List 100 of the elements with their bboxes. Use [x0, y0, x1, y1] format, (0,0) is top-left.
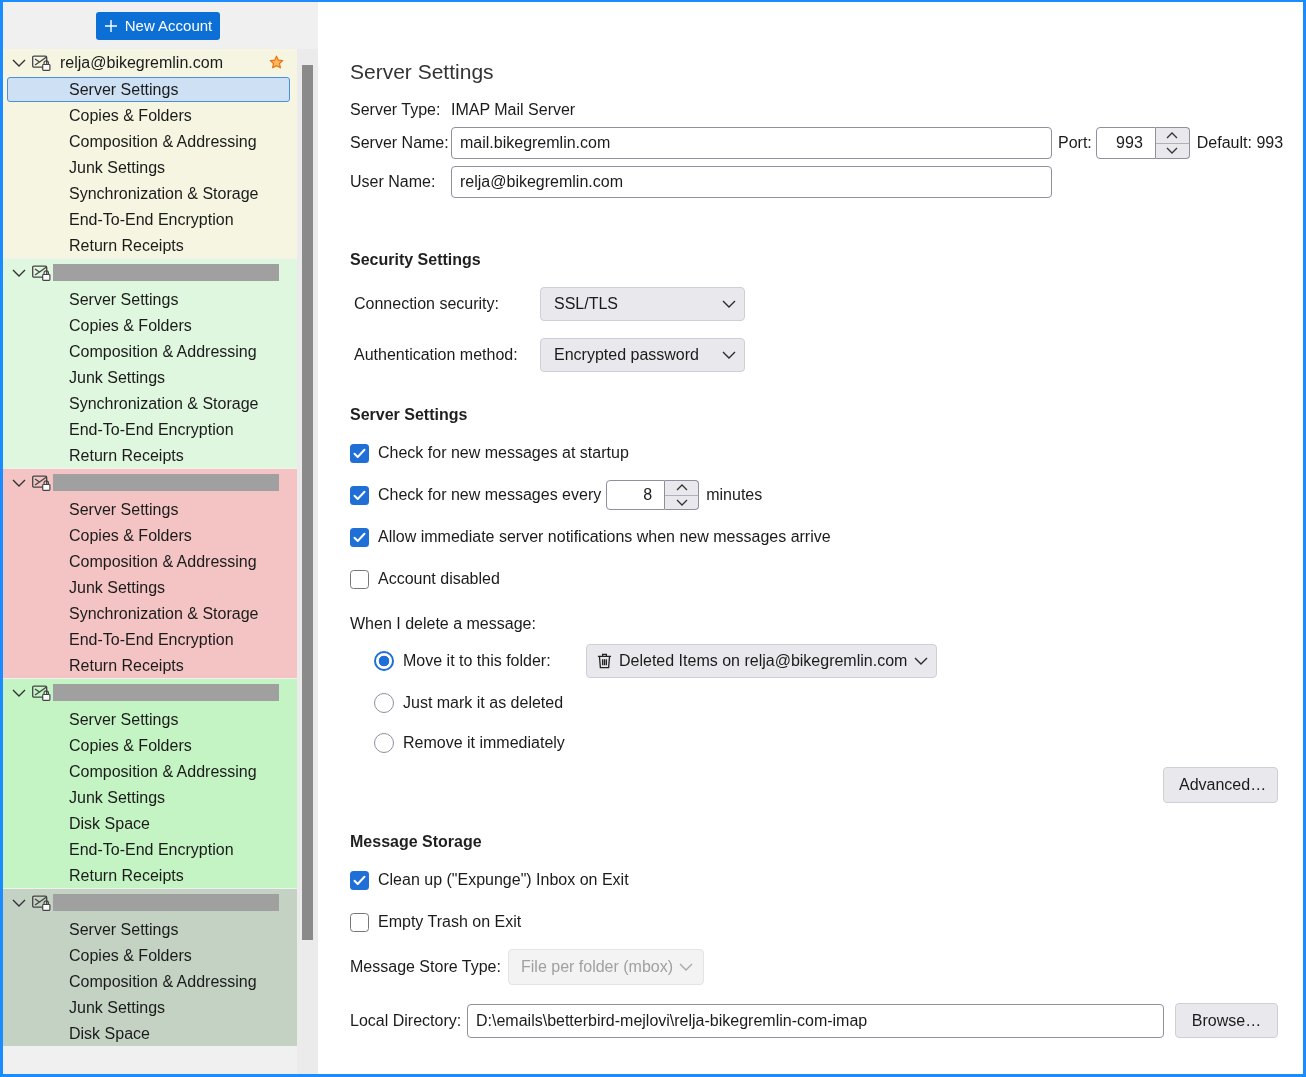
sidebar-item[interactable]: Return Receipts — [7, 653, 290, 678]
chevron-down-icon[interactable] — [12, 268, 26, 277]
plus-icon — [104, 19, 117, 32]
sidebar-item[interactable]: Return Receipts — [7, 863, 290, 888]
sidebar-item[interactable]: End-To-End Encryption — [7, 837, 290, 862]
setting-label: Connection security: — [354, 294, 499, 314]
browse-button[interactable]: Browse… — [1175, 1003, 1278, 1038]
chevron-down-icon[interactable] — [12, 478, 26, 487]
checkbox-label: Clean up ("Expunge") Inbox on Exit — [378, 870, 629, 890]
user-name-label: User Name: — [350, 172, 436, 192]
section-heading: Server Settings — [350, 405, 468, 425]
sidebar-item[interactable]: Copies & Folders — [7, 313, 290, 338]
sidebar-item[interactable]: Disk Space — [7, 811, 290, 836]
sidebar-item[interactable]: Composition & Addressing — [7, 969, 290, 994]
radio-button[interactable] — [374, 733, 394, 753]
checkbox[interactable] — [350, 443, 369, 463]
radio-label: Move it to this folder: — [403, 651, 551, 671]
sidebar-item[interactable]: Composition & Addressing — [7, 549, 290, 574]
sidebar-item[interactable]: Junk Settings — [7, 995, 290, 1020]
sidebar-item[interactable]: Server Settings — [7, 707, 290, 732]
sidebar-item[interactable]: Synchronization & Storage — [7, 601, 290, 626]
checkbox-label: Check for new messages every — [378, 485, 602, 505]
sidebar-item[interactable]: Server Settings — [7, 497, 290, 522]
sidebar-item[interactable]: Server Settings — [7, 77, 290, 102]
section-heading: Security Settings — [350, 250, 481, 270]
port-label: Port: — [1058, 133, 1092, 153]
account-name[interactable]: relja@bikegremlin.com — [60, 52, 223, 73]
chevron-down-icon — [679, 963, 694, 971]
sidebar-item[interactable]: Junk Settings — [7, 785, 290, 810]
store-type-label: Message Store Type: — [350, 957, 501, 977]
sidebar-item[interactable]: Copies & Folders — [7, 523, 290, 548]
radio-button[interactable] — [374, 693, 394, 713]
server-name-label: Server Name: — [350, 133, 449, 153]
sidebar-item[interactable]: Synchronization & Storage — [7, 181, 290, 206]
sidebar-item[interactable]: Composition & Addressing — [7, 129, 290, 154]
sidebar-item[interactable]: Junk Settings — [7, 365, 290, 390]
sidebar-item[interactable]: Copies & Folders — [7, 733, 290, 758]
checkbox-label: Empty Trash on Exit — [378, 912, 522, 932]
chevron-down-icon[interactable] — [12, 898, 26, 907]
caret-up-icon — [675, 484, 688, 492]
sidebar-item[interactable]: Server Settings — [7, 917, 290, 942]
envelope-lock-icon — [32, 894, 51, 911]
default-port-text: Default: 993 — [1196, 133, 1284, 153]
advanced-button[interactable]: Advanced… — [1163, 767, 1278, 803]
local-directory-label: Local Directory: — [350, 1010, 462, 1031]
radio-label: Remove it immediately — [403, 733, 565, 753]
chevron-down-icon — [722, 300, 736, 308]
checkbox[interactable] — [350, 569, 369, 589]
sidebar-item[interactable]: End-To-End Encryption — [7, 417, 290, 442]
sidebar-item[interactable]: Disk Space — [7, 1021, 290, 1046]
setting-label: Authentication method: — [354, 345, 518, 365]
section-heading: Message Storage — [350, 832, 482, 852]
checkbox[interactable] — [350, 912, 369, 932]
user-name-field[interactable]: relja@bikegremlin.com — [451, 166, 1052, 198]
scrollbar-thumb[interactable] — [302, 65, 313, 940]
radio-button[interactable] — [374, 651, 394, 671]
delete-options-label: When I delete a message: — [350, 614, 536, 634]
envelope-lock-icon — [32, 264, 51, 281]
checkbox-label: Account disabled — [378, 569, 500, 589]
chevron-down-icon — [722, 351, 736, 359]
server-type-value: IMAP Mail Server — [451, 100, 576, 120]
sidebar-item[interactable]: Synchronization & Storage — [7, 391, 290, 416]
checkbox-label: Allow immediate server notifications when new messages arrive — [378, 527, 831, 547]
caret-up-icon — [1166, 131, 1179, 139]
port-field[interactable]: 993 — [1095, 127, 1156, 159]
checkbox[interactable] — [350, 870, 369, 890]
folder-dropdown[interactable]: Deleted Items on relja@bikegremlin.com — [586, 644, 938, 678]
checkbox[interactable] — [350, 527, 369, 547]
new-account-button[interactable]: New Account — [95, 11, 221, 40]
server-name-field[interactable]: mail.bikegremlin.com — [451, 127, 1052, 159]
envelope-lock-icon — [32, 684, 51, 701]
sidebar-item[interactable]: Composition & Addressing — [7, 759, 290, 784]
checkbox[interactable] — [350, 485, 369, 505]
interval-field[interactable]: 8 — [606, 480, 666, 510]
sidebar-item[interactable]: Return Receipts — [7, 233, 290, 258]
chevron-down-icon[interactable] — [12, 58, 26, 67]
sidebar-item[interactable]: Junk Settings — [7, 575, 290, 600]
dropdown[interactable]: SSL/TLS — [540, 287, 745, 321]
sidebar-item[interactable]: Copies & Folders — [7, 103, 290, 128]
spin-up-button[interactable] — [1155, 127, 1190, 144]
server-type-label: Server Type: — [350, 100, 441, 120]
envelope-lock-icon — [32, 474, 51, 491]
local-directory-field[interactable]: D:\emails\betterbird-mejlovi\relja-bikegremlin-com-imap — [467, 1003, 1164, 1038]
spin-up-button[interactable] — [665, 480, 700, 496]
envelope-lock-icon — [32, 54, 51, 71]
sidebar-item[interactable]: Server Settings — [7, 287, 290, 312]
unit-label: minutes — [706, 486, 763, 504]
trash-icon — [597, 653, 612, 669]
radio-label: Just mark it as deleted — [403, 693, 564, 713]
sidebar-item[interactable]: Composition & Addressing — [7, 339, 290, 364]
checkbox-label: Check for new messages at startup — [378, 443, 629, 463]
chevron-down-icon[interactable] — [12, 688, 26, 697]
sidebar-item[interactable]: End-To-End Encryption — [7, 207, 290, 232]
chevron-down-icon — [914, 657, 929, 665]
caret-down-icon — [675, 498, 688, 506]
sidebar-item[interactable]: Junk Settings — [7, 155, 290, 180]
sidebar-item[interactable]: Copies & Folders — [7, 943, 290, 968]
sidebar-item[interactable]: Return Receipts — [7, 443, 290, 468]
sidebar-item[interactable]: End-To-End Encryption — [7, 627, 290, 652]
dropdown[interactable]: Encrypted password — [540, 338, 745, 372]
